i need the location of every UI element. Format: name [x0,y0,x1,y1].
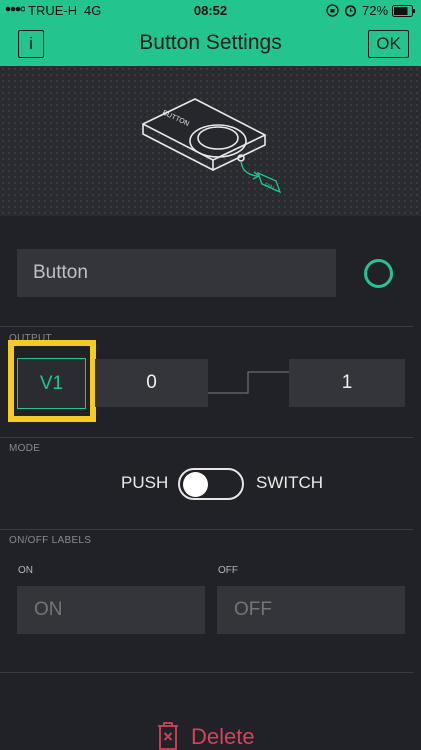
mode-toggle-switch[interactable] [178,468,244,500]
range-connector [208,371,289,394]
color-picker-button[interactable] [364,259,393,288]
output-max-field[interactable]: 1 [289,359,405,407]
delete-button[interactable]: Delete [155,718,255,750]
toggle-knob [183,472,208,497]
orientation-lock-icon [326,4,339,20]
off-label-input[interactable] [217,586,405,634]
battery-percent: 72% [362,3,389,18]
battery-icon [392,5,416,20]
divider [0,326,413,327]
on-label-caption: ON [18,565,33,576]
button-widget-illustration: BUTTON PIN [142,98,282,194]
trash-icon [158,722,178,750]
clock: 08:52 [193,3,228,18]
pin-select-button[interactable]: V1 [17,358,86,409]
off-label-caption: OFF [218,565,238,576]
page-title: Button Settings [139,31,282,54]
push-mode-label[interactable]: PUSH [121,473,168,493]
mode-section-label: MODE [9,443,41,454]
output-min-field[interactable]: 0 [95,359,208,407]
nav-bar: i Button Settings OK [0,22,421,66]
widget-preview: BUTTON PIN [0,66,421,216]
divider [0,529,413,530]
on-label-input[interactable] [17,586,205,634]
ok-button[interactable]: OK [368,30,409,58]
widget-name-input[interactable] [17,249,336,297]
delete-label: Delete [191,724,255,749]
divider [0,437,413,438]
alarm-icon [344,4,357,20]
status-bar: TRUE-H 4G 08:52 72% [0,0,421,22]
labels-section-label: ON/OFF LABELS [9,535,92,546]
divider [0,672,413,673]
switch-mode-label[interactable]: SWITCH [256,473,323,493]
